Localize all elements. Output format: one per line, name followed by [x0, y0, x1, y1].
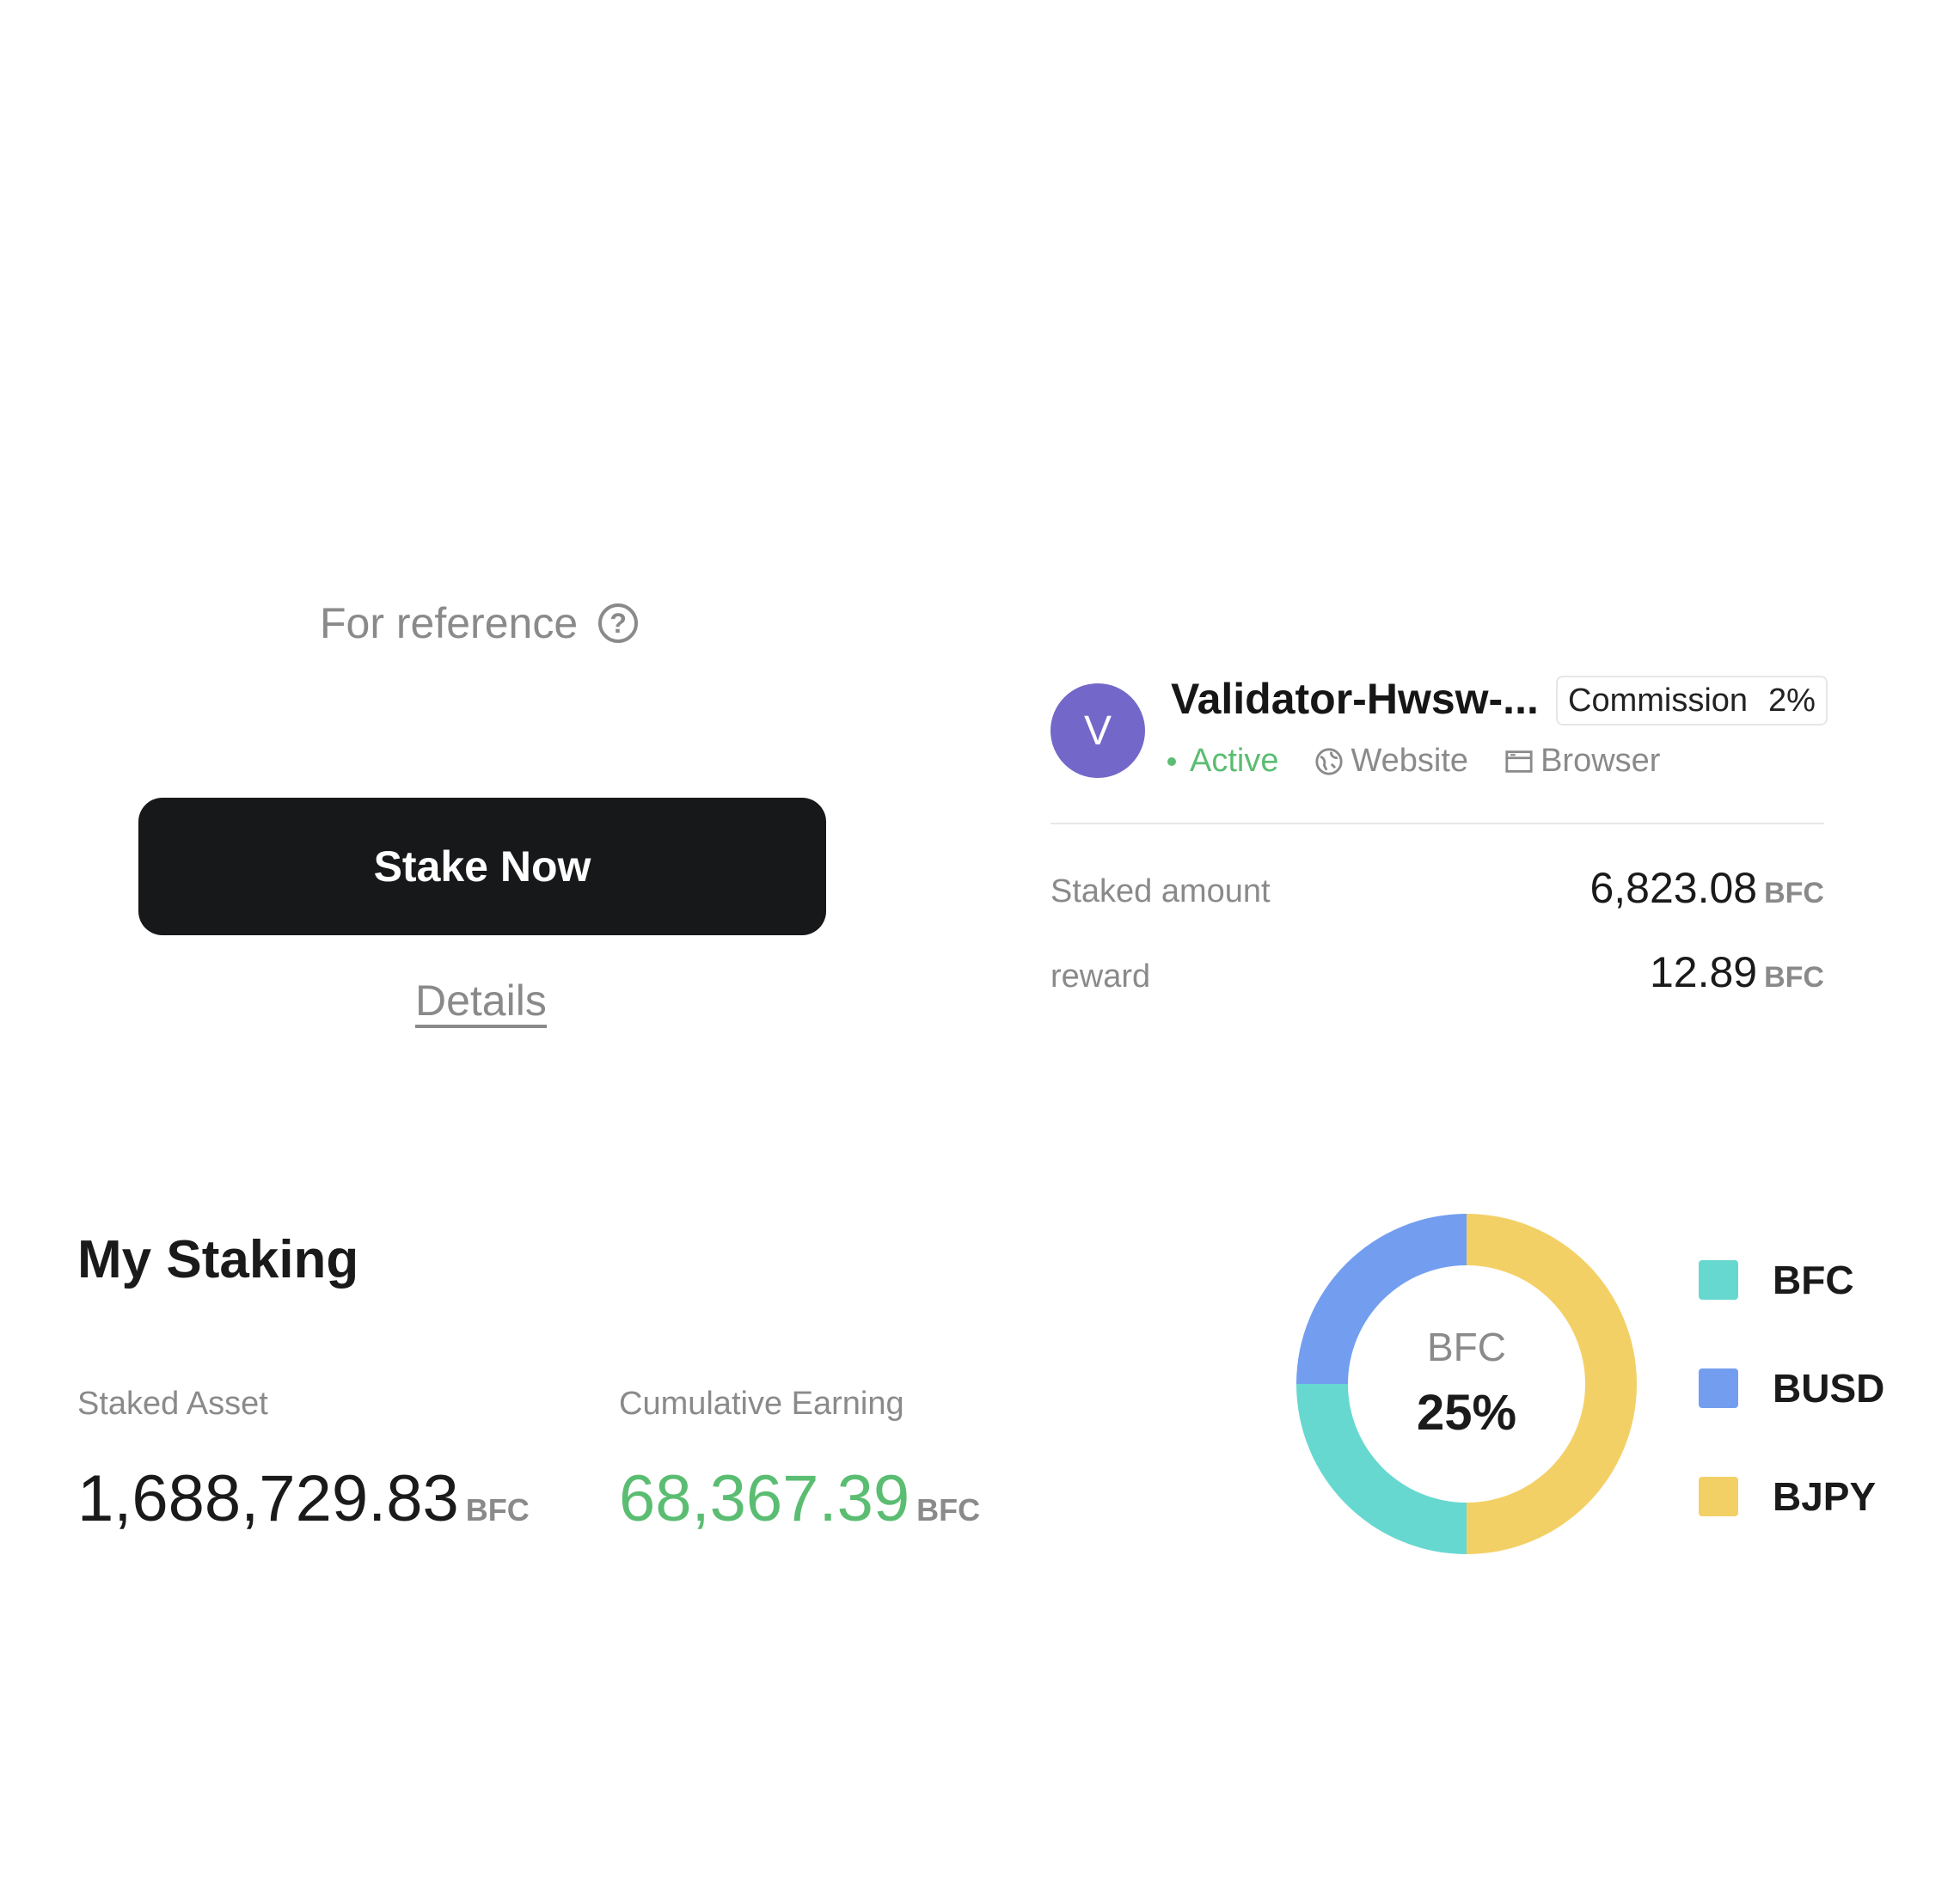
validator-status-row: Active Website Browser	[1167, 743, 1696, 780]
commission-badge: Commission 2%	[1556, 676, 1828, 726]
browser-link[interactable]: Browser	[1504, 743, 1660, 780]
donut-center-label: BFC	[1427, 1325, 1506, 1369]
details-link[interactable]: Details	[415, 977, 547, 1028]
legend-swatch	[1699, 1368, 1738, 1408]
cumulative-earning-unit: BFC	[916, 1492, 981, 1528]
my-staking-title: My Staking	[77, 1230, 359, 1289]
staked-amount-value: 6,823.08 BFC	[1589, 863, 1824, 913]
reward-number: 12.89	[1649, 948, 1758, 996]
cumulative-earning-label: Cumulative Earning	[619, 1386, 904, 1422]
browser-window-icon	[1505, 750, 1533, 773]
reward-unit: BFC	[1764, 961, 1824, 994]
browser-label: Browser	[1540, 743, 1661, 779]
legend-item-busd: BUSD	[1699, 1365, 1884, 1411]
legend-label: BUSD	[1773, 1366, 1885, 1411]
staked-asset-unit: BFC	[465, 1492, 530, 1528]
donut-center-value: 25%	[1416, 1385, 1517, 1441]
legend-label: BFC	[1773, 1258, 1854, 1302]
legend-item-bjpy: BJPY	[1699, 1473, 1876, 1520]
cumulative-earning-number: 68,367.39	[619, 1462, 910, 1535]
legend-swatch	[1699, 1477, 1738, 1516]
stake-now-button[interactable]: Stake Now	[138, 798, 826, 935]
website-link[interactable]: Website	[1314, 743, 1468, 780]
help-icon[interactable]: ?	[598, 603, 639, 643]
commission-label: Commission	[1568, 682, 1749, 719]
staked-asset-number: 1,688,729.83	[77, 1462, 459, 1535]
website-label: Website	[1351, 743, 1469, 779]
globe-icon	[1315, 747, 1344, 775]
staked-asset-label: Staked Asset	[77, 1386, 268, 1422]
legend-item-bfc: BFC	[1699, 1257, 1854, 1303]
legend-label: BJPY	[1773, 1474, 1877, 1519]
staked-amount-number: 6,823.08	[1589, 864, 1758, 912]
staked-amount-unit: BFC	[1764, 877, 1824, 909]
status-dot-icon	[1167, 756, 1176, 766]
reference-row: For reference ?	[320, 593, 639, 653]
cumulative-earning-value: 68,367.39 BFC	[619, 1461, 980, 1536]
staked-asset-value: 1,688,729.83 BFC	[77, 1461, 530, 1536]
commission-value: 2%	[1768, 682, 1816, 719]
legend-swatch	[1699, 1260, 1738, 1300]
staked-amount-label: Staked amount	[1050, 873, 1271, 909]
status-badge: Active	[1190, 743, 1279, 779]
validator-avatar: V	[1050, 683, 1145, 778]
reference-text: For reference	[320, 599, 579, 647]
card-divider	[1050, 823, 1824, 824]
reward-value: 12.89 BFC	[1650, 947, 1824, 997]
reward-label: reward	[1050, 958, 1151, 995]
validator-name: Validator-Hwsw-...	[1171, 675, 1539, 723]
